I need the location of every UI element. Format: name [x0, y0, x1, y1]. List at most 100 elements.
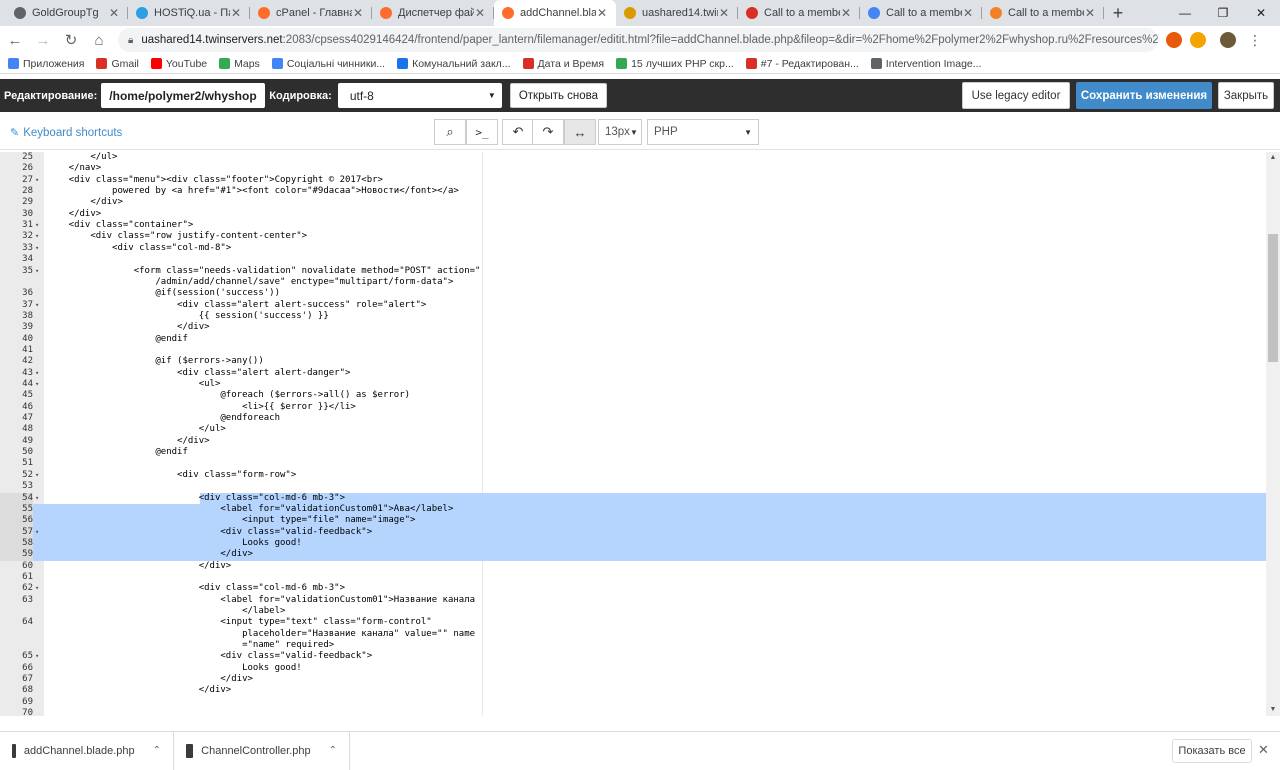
browser-tab[interactable]: Диспетчер файлов✕ [372, 0, 494, 26]
bookmark-item[interactable]: YouTube [150, 58, 207, 70]
fold-arrow-icon[interactable]: ▾ [35, 266, 43, 278]
home-icon[interactable]: ⌂ [86, 27, 112, 53]
mode-select[interactable]: PHP ▼ [647, 119, 759, 145]
code-line[interactable]: 63 <label for="validationCustom01">Назва… [0, 595, 1266, 607]
tab-close-icon[interactable]: ✕ [718, 6, 730, 20]
address-bar[interactable]: 🔒︎ uashared14.twinservers.net:2083/cpses… [118, 28, 1158, 52]
save-changes-button[interactable]: Сохранить изменения [1076, 82, 1212, 109]
tab-close-icon[interactable]: ✕ [596, 6, 608, 20]
extension-icon[interactable] [1166, 32, 1182, 48]
bookmark-item[interactable]: Дата и Время [522, 58, 604, 70]
fold-arrow-icon[interactable]: ▾ [35, 651, 43, 663]
code-line[interactable]: /admin/add/channel/save" enctype="multip… [0, 277, 1266, 289]
browser-tab[interactable]: Call to a member ✕ [738, 0, 860, 26]
back-icon[interactable]: ← [2, 27, 28, 53]
code-line[interactable]: 28 powered by <a href="#1"><font color="… [0, 186, 1266, 198]
code-line[interactable]: 52 ▾ <div class="form-row"> [0, 470, 1266, 482]
code-line[interactable]: 39 </div> [0, 322, 1266, 334]
code-line[interactable]: 56 <input type="file" name="image"> [0, 515, 1266, 527]
code-line[interactable]: 60 </div> [0, 561, 1266, 573]
code-line[interactable]: 33 ▾ <div class="col-md-8"> [0, 243, 1266, 255]
scroll-up-icon[interactable]: ▲ [1266, 152, 1280, 164]
fold-arrow-icon[interactable]: ▾ [35, 368, 43, 380]
scroll-down-icon[interactable]: ▼ [1266, 704, 1280, 716]
fold-arrow-icon[interactable]: ▾ [35, 379, 43, 391]
search-button[interactable]: ⌕ [434, 119, 466, 145]
code-line[interactable]: 31 ▾ <div class="container"> [0, 220, 1266, 232]
code-line[interactable]: 46 <li>{{ $error }}</li> [0, 402, 1266, 414]
close-window-icon[interactable]: ✕ [1242, 0, 1280, 26]
browser-tab[interactable]: Call to a member ✕ [982, 0, 1104, 26]
new-tab-button[interactable]: + [1104, 0, 1132, 26]
code-line[interactable]: 29 </div> [0, 197, 1266, 209]
browser-tab[interactable]: cPanel - Главная✕ [250, 0, 372, 26]
fold-arrow-icon[interactable]: ▾ [35, 175, 43, 187]
tab-close-icon[interactable]: ✕ [108, 6, 120, 20]
code-line[interactable]: 58 Looks good! [0, 537, 1266, 550]
font-size-select[interactable]: 13px ▼ [598, 119, 642, 145]
extension-icon[interactable] [1190, 32, 1206, 48]
word-wrap-toggle[interactable]: ↔ [564, 119, 596, 145]
close-button[interactable]: Закрыть [1218, 82, 1274, 109]
code-line[interactable]: 41 [0, 345, 1266, 357]
code-line[interactable]: 50 @endif [0, 447, 1266, 459]
bookmark-item[interactable]: Приложения [8, 58, 84, 70]
bookmark-item[interactable]: #7 - Редактирован... [745, 58, 859, 70]
browser-tab[interactable]: addChannel.blade✕ [494, 0, 616, 26]
keyboard-shortcuts-link[interactable]: ✎ Keyboard shortcuts [10, 126, 122, 140]
bookmark-item[interactable]: Maps [219, 58, 260, 70]
reopen-button[interactable]: Открыть снова [509, 83, 608, 108]
tab-close-icon[interactable]: ✕ [352, 6, 364, 20]
code-line[interactable]: 51 [0, 458, 1266, 470]
fold-arrow-icon[interactable]: ▾ [35, 300, 43, 312]
goto-line-button[interactable]: >_ [466, 119, 498, 145]
code-line[interactable]: 67 </div> [0, 674, 1266, 686]
reload-icon[interactable]: ↻ [58, 27, 84, 53]
code-line[interactable]: 38 {{ session('success') }} [0, 311, 1266, 323]
code-line[interactable]: 49 </div> [0, 436, 1266, 448]
download-item[interactable]: ChannelController.php ⌃ [174, 731, 350, 770]
code-line[interactable]: 66 Looks good! [0, 663, 1266, 675]
fold-arrow-icon[interactable]: ▾ [35, 493, 43, 505]
bookmark-item[interactable]: 15 лучших PHP скр... [616, 58, 734, 70]
fold-arrow-icon[interactable]: ▾ [35, 243, 43, 255]
code-line[interactable]: 27 ▾ <div class="menu"><div class="footer… [0, 175, 1266, 187]
browser-tab[interactable]: Call to a member ✕ [860, 0, 982, 26]
code-line[interactable]: 30 </div> [0, 209, 1266, 221]
file-path-field[interactable]: /home/polymer2/whyshop [101, 83, 266, 108]
code-line[interactable]: 53 [0, 481, 1266, 493]
code-line[interactable]: 59 </div> [0, 549, 1266, 561]
code-line[interactable]: 57 ▾ <div class="valid-feedback"> [0, 526, 1266, 539]
tab-close-icon[interactable]: ✕ [962, 6, 974, 20]
code-line[interactable]: ="name" required> [0, 640, 1266, 652]
tab-close-icon[interactable]: ✕ [840, 6, 852, 20]
bookmark-item[interactable]: Gmail [96, 58, 139, 70]
code-line[interactable]: 35 ▾ <form class="needs-validation" noval… [0, 266, 1266, 278]
bookmark-item[interactable]: Соціальні чинники... [271, 58, 385, 70]
code-line[interactable]: 69 [0, 697, 1266, 709]
code-line[interactable]: 43 ▾ <div class="alert alert-danger"> [0, 368, 1266, 380]
code-line[interactable]: 64 <input type="text" class="form-contro… [0, 617, 1266, 629]
code-line[interactable]: 68 </div> [0, 685, 1266, 697]
browser-tab[interactable]: HOSTiQ.ua - Панель✕ [128, 0, 250, 26]
fold-arrow-icon[interactable]: ▾ [35, 220, 43, 232]
code-line[interactable]: placeholder="Название канала" value="" n… [0, 629, 1266, 641]
code-editor[interactable]: 25 </ul> 26 </nav> 27 ▾ <div class="menu"><… [0, 152, 1280, 716]
code-line[interactable]: 37 ▾ <div class="alert alert-success" rol… [0, 300, 1266, 312]
legacy-editor-button[interactable]: Use legacy editor [962, 82, 1070, 109]
menu-kebab-icon[interactable]: ⋮ [1248, 32, 1262, 49]
vertical-scrollbar[interactable]: ▲ ▼ [1266, 152, 1280, 716]
undo-button[interactable]: ↶ [502, 119, 534, 145]
tab-close-icon[interactable]: ✕ [230, 6, 242, 20]
code-line[interactable]: 65 ▾ <div class="valid-feedback"> [0, 651, 1266, 663]
close-icon[interactable]: ✕ [1258, 742, 1269, 758]
code-line[interactable]: 34 [0, 254, 1266, 266]
forward-icon[interactable]: → [30, 27, 56, 53]
code-line[interactable]: 36 @if(session('success')) [0, 288, 1266, 300]
code-line[interactable]: 61 [0, 572, 1266, 584]
maximize-icon[interactable]: ❐ [1204, 0, 1242, 26]
code-line[interactable]: 42 @if ($errors->any()) [0, 356, 1266, 368]
code-line[interactable]: 47 @endforeach [0, 413, 1266, 425]
code-line[interactable]: 25 </ul> [0, 152, 1266, 164]
code-line[interactable]: 48 </ul> [0, 424, 1266, 436]
